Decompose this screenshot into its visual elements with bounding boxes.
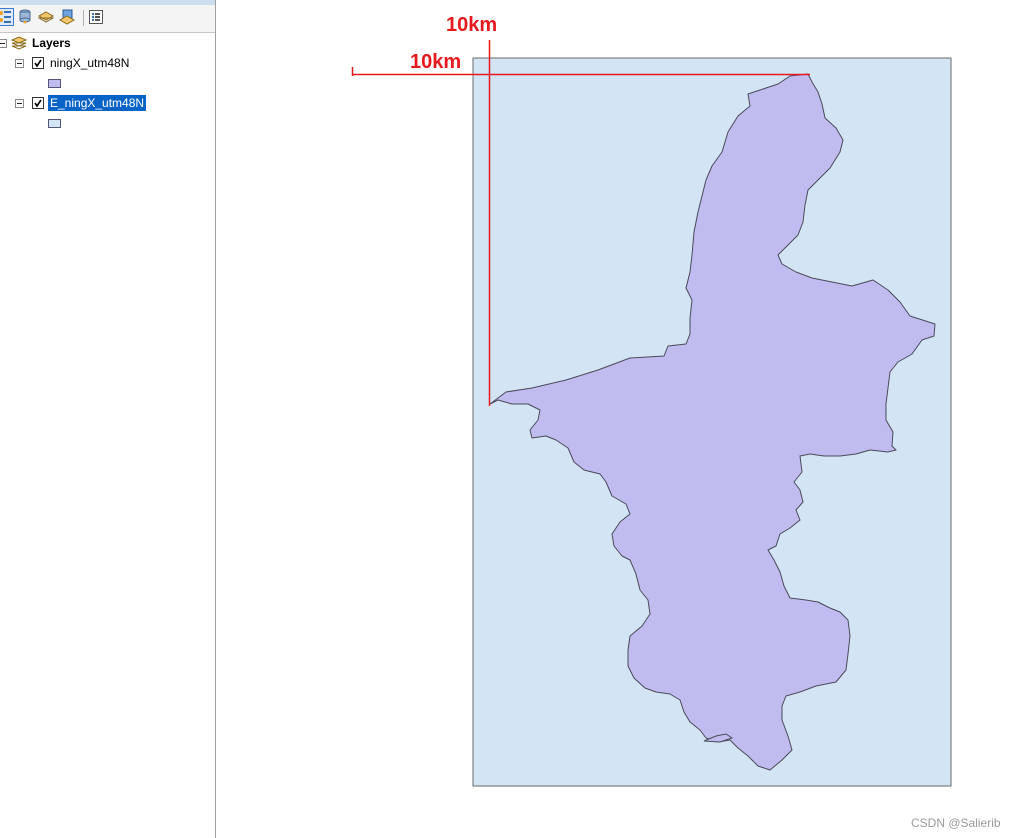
layer-visibility-checkbox[interactable]	[32, 57, 44, 69]
map-view[interactable]	[221, 0, 1021, 838]
options-icon	[89, 10, 103, 24]
layer-symbol-swatch[interactable]	[48, 79, 61, 88]
list-by-source-button[interactable]	[16, 8, 34, 26]
toc-toolbar	[0, 5, 215, 33]
layers-root-row[interactable]: Layers	[0, 34, 215, 52]
layer-row-ningx[interactable]: ningX_utm48N	[0, 54, 215, 72]
horizontal-distance-label: 10km	[410, 51, 462, 73]
collapse-layers-toggle[interactable]	[0, 39, 7, 48]
map-canvas[interactable]	[221, 0, 1021, 838]
layer-row-e-ningx[interactable]: E_ningX_utm48N	[0, 94, 215, 112]
list-by-drawing-order-button[interactable]	[0, 8, 14, 26]
layer-name-label[interactable]: ningX_utm48N	[48, 55, 131, 71]
collapse-layer-toggle[interactable]	[15, 59, 24, 68]
layers-stack-icon	[11, 36, 27, 50]
layers-root-label: Layers	[32, 36, 71, 50]
layer-name-label[interactable]: E_ningX_utm48N	[48, 95, 147, 111]
collapse-layer-toggle[interactable]	[15, 99, 24, 108]
list-by-source-icon	[19, 9, 31, 24]
list-by-visibility-button[interactable]	[37, 8, 55, 26]
toolbar-separator	[83, 10, 84, 26]
layer-symbol-swatch[interactable]	[48, 119, 61, 128]
list-by-selection-button[interactable]	[58, 8, 76, 26]
options-button[interactable]	[87, 8, 105, 26]
table-of-contents-panel: Layers ningX_utm48N E_ningX_utm48N	[0, 0, 216, 838]
list-by-visibility-icon	[38, 11, 54, 23]
watermark-text: CSDN @Salierib	[911, 816, 1001, 830]
list-by-selection-icon	[59, 9, 75, 25]
layer-visibility-checkbox[interactable]	[32, 97, 44, 109]
vertical-distance-label: 10km	[446, 14, 498, 36]
list-by-drawing-order-icon	[0, 11, 11, 23]
